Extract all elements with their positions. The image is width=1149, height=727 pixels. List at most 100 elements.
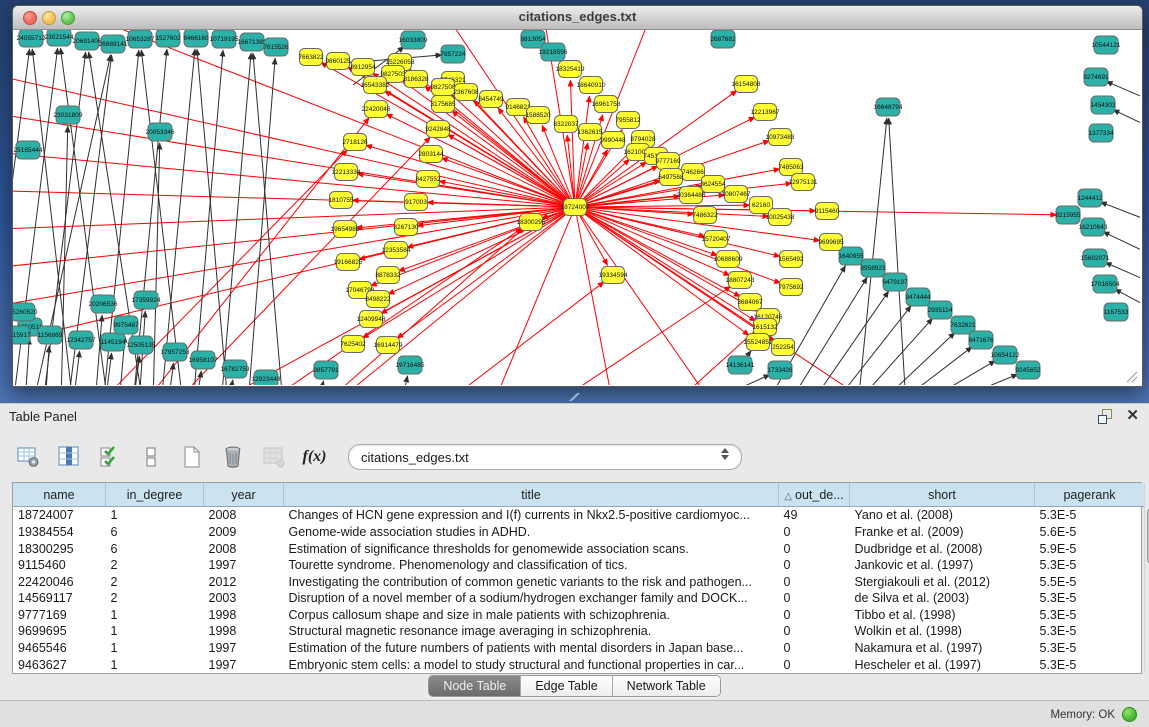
graph-node[interactable]: 9245652 bbox=[1015, 361, 1041, 379]
graph-node[interactable]: 1615132 bbox=[752, 319, 778, 336]
graph-node[interactable]: 8912954 bbox=[350, 59, 376, 76]
delete-table-button[interactable] bbox=[260, 444, 287, 471]
graph-node[interactable]: 9975487 bbox=[113, 316, 139, 334]
table-row[interactable]: 977716911998Corpus callosum shape and si… bbox=[13, 607, 1144, 624]
table-row[interactable]: 1872400712008Changes of HCN gene express… bbox=[13, 507, 1144, 524]
graph-node[interactable]: 8267130 bbox=[393, 219, 419, 236]
graph-node[interactable]: 10654122 bbox=[991, 346, 1020, 364]
graph-node[interactable]: 23021544 bbox=[45, 30, 74, 46]
select-rows-button[interactable] bbox=[96, 444, 123, 471]
column-header-pagerank[interactable]: pagerank bbox=[1035, 483, 1145, 507]
graph-node[interactable]: 6479197 bbox=[882, 273, 908, 291]
table-row[interactable]: 969969511998Structural magnetic resonanc… bbox=[13, 623, 1144, 640]
graph-node[interactable]: 7486322 bbox=[692, 207, 718, 224]
graph-node[interactable]: 12353584 bbox=[382, 242, 411, 259]
graph-node[interactable]: 8215955 bbox=[1055, 206, 1081, 224]
graph-node[interactable]: 10688609 bbox=[714, 251, 743, 268]
graph-node[interactable]: 20053346 bbox=[146, 123, 175, 141]
graph-node[interactable]: 10807467 bbox=[722, 186, 751, 203]
graph-node[interactable]: 15692071 bbox=[1081, 249, 1110, 267]
graph-node[interactable]: 16961758 bbox=[592, 96, 621, 113]
graph-node[interactable]: 10025438 bbox=[766, 209, 795, 226]
graph-node[interactable]: 9274691 bbox=[1083, 68, 1109, 86]
graph-node[interactable]: 8466160 bbox=[183, 30, 209, 47]
graph-node[interactable]: 10544121 bbox=[1092, 36, 1121, 54]
table-row[interactable]: 911546021997Tourette syndrome. Phenomeno… bbox=[13, 557, 1144, 574]
vertical-scrollbar[interactable] bbox=[1144, 483, 1145, 671]
graph-node[interactable]: 2803144 bbox=[418, 146, 444, 163]
graph-node[interactable]: 2687682 bbox=[710, 30, 736, 48]
graph-node[interactable]: 25165444 bbox=[14, 141, 43, 159]
graph-node[interactable]: 8322037 bbox=[553, 116, 579, 133]
graph-node[interactable]: 25260520 bbox=[13, 303, 38, 321]
graph-node[interactable]: 2718126 bbox=[342, 134, 368, 151]
graph-node[interactable]: 7663822 bbox=[298, 49, 324, 66]
graph-node[interactable]: 9777169 bbox=[655, 153, 681, 170]
graph-node[interactable]: 1527602 bbox=[155, 30, 181, 47]
graph-node[interactable]: 9827508 bbox=[430, 79, 456, 96]
graph-node[interactable]: 18640910 bbox=[577, 77, 606, 94]
graph-node[interactable]: 12213334 bbox=[332, 164, 361, 181]
table-row[interactable]: 946554611997Estimation of the future num… bbox=[13, 640, 1144, 657]
graph-node[interactable]: 17016504 bbox=[1091, 275, 1120, 293]
graph-node[interactable]: 8498222 bbox=[365, 291, 391, 308]
function-builder-button[interactable]: f(x) bbox=[301, 444, 328, 471]
column-header-name[interactable]: name bbox=[13, 483, 106, 507]
graph-node[interactable]: 16958107 bbox=[189, 351, 218, 369]
graph-node[interactable]: 19654985 bbox=[331, 221, 360, 238]
graph-node[interactable]: 2367608 bbox=[453, 84, 479, 101]
graph-node[interactable]: 8186328 bbox=[403, 71, 429, 88]
float-panel-icon[interactable] bbox=[1097, 408, 1114, 425]
graph-node[interactable]: 12975131 bbox=[789, 174, 818, 191]
splitter-handle[interactable] bbox=[568, 393, 580, 401]
graph-node[interactable]: 9860125 bbox=[325, 53, 351, 70]
graph-node[interactable]: 18300295 bbox=[517, 214, 546, 231]
graph-node[interactable]: 14136141 bbox=[726, 356, 755, 374]
graph-node[interactable]: 917003 bbox=[405, 194, 428, 211]
table-row[interactable]: 1830029562008Estimation of significance … bbox=[13, 540, 1144, 557]
graph-node[interactable]: 12505135 bbox=[127, 336, 156, 354]
graph-node[interactable]: 8878332 bbox=[375, 267, 401, 284]
graph-node[interactable]: 8471676 bbox=[968, 331, 994, 349]
graph-node[interactable]: 16648794 bbox=[874, 98, 903, 116]
graph-node[interactable]: 12409948 bbox=[357, 311, 386, 328]
graph-node[interactable]: 3624554 bbox=[700, 176, 726, 193]
graph-node[interactable]: 1565492 bbox=[778, 251, 804, 268]
table-row[interactable]: 1938455462009Genome-wide association stu… bbox=[13, 524, 1144, 541]
graph-node[interactable]: 1377334 bbox=[1088, 124, 1114, 142]
graph-node[interactable]: 24055712 bbox=[17, 30, 46, 47]
table-row[interactable]: 946362711997Embryonic stem cells: a mode… bbox=[13, 656, 1144, 673]
new-document-button[interactable] bbox=[178, 444, 205, 471]
graph-node[interactable]: 10719195 bbox=[210, 30, 239, 48]
graph-node[interactable]: 16154808 bbox=[732, 76, 761, 93]
graph-node[interactable]: 6497568 bbox=[658, 169, 684, 186]
table-selector[interactable]: citations_edges.txt bbox=[348, 444, 742, 470]
graph-node[interactable]: 10653287 bbox=[126, 30, 155, 48]
unselect-rows-button[interactable] bbox=[137, 444, 164, 471]
graph-node[interactable]: 3915917 bbox=[13, 326, 31, 344]
graph-node[interactable]: 7857224 bbox=[440, 45, 466, 63]
column-header-in-degree[interactable]: in_degree bbox=[106, 483, 204, 507]
graph-node[interactable]: 16543382 bbox=[361, 77, 390, 94]
graph-node[interactable]: 1362615 bbox=[577, 124, 603, 141]
graph-node[interactable]: 12342757 bbox=[67, 331, 96, 349]
graph-node[interactable]: 19166825 bbox=[334, 254, 363, 271]
graph-node[interactable]: 19716485 bbox=[396, 356, 425, 374]
citation-network-graph[interactable]: 2405571223021544206914062688914110653287… bbox=[13, 30, 1140, 385]
delete-rows-button[interactable] bbox=[219, 444, 246, 471]
graph-node[interactable]: 26889141 bbox=[99, 35, 128, 53]
graph-node[interactable]: 9699695 bbox=[818, 234, 844, 251]
graph-node[interactable]: 12923448 bbox=[252, 370, 281, 385]
graph-node[interactable]: 8427552 bbox=[415, 171, 441, 188]
graph-node[interactable]: 12213967 bbox=[751, 104, 780, 121]
graph-node[interactable]: 16033809 bbox=[399, 31, 428, 49]
table-row[interactable]: 1456911722003Disruption of a novel membe… bbox=[13, 590, 1144, 607]
graph-node[interactable]: 16210643 bbox=[1079, 218, 1108, 236]
graph-node[interactable]: 1733426 bbox=[767, 361, 793, 379]
graph-node[interactable]: 23031809 bbox=[54, 106, 83, 124]
graph-node[interactable]: 9242848 bbox=[425, 121, 451, 138]
graph-node[interactable]: 3175685 bbox=[430, 96, 456, 113]
graph-node[interactable]: 7485063 bbox=[778, 159, 804, 176]
tab-network-table[interactable]: Network Table bbox=[613, 676, 720, 696]
graph-node[interactable]: 1156869 bbox=[38, 326, 63, 344]
